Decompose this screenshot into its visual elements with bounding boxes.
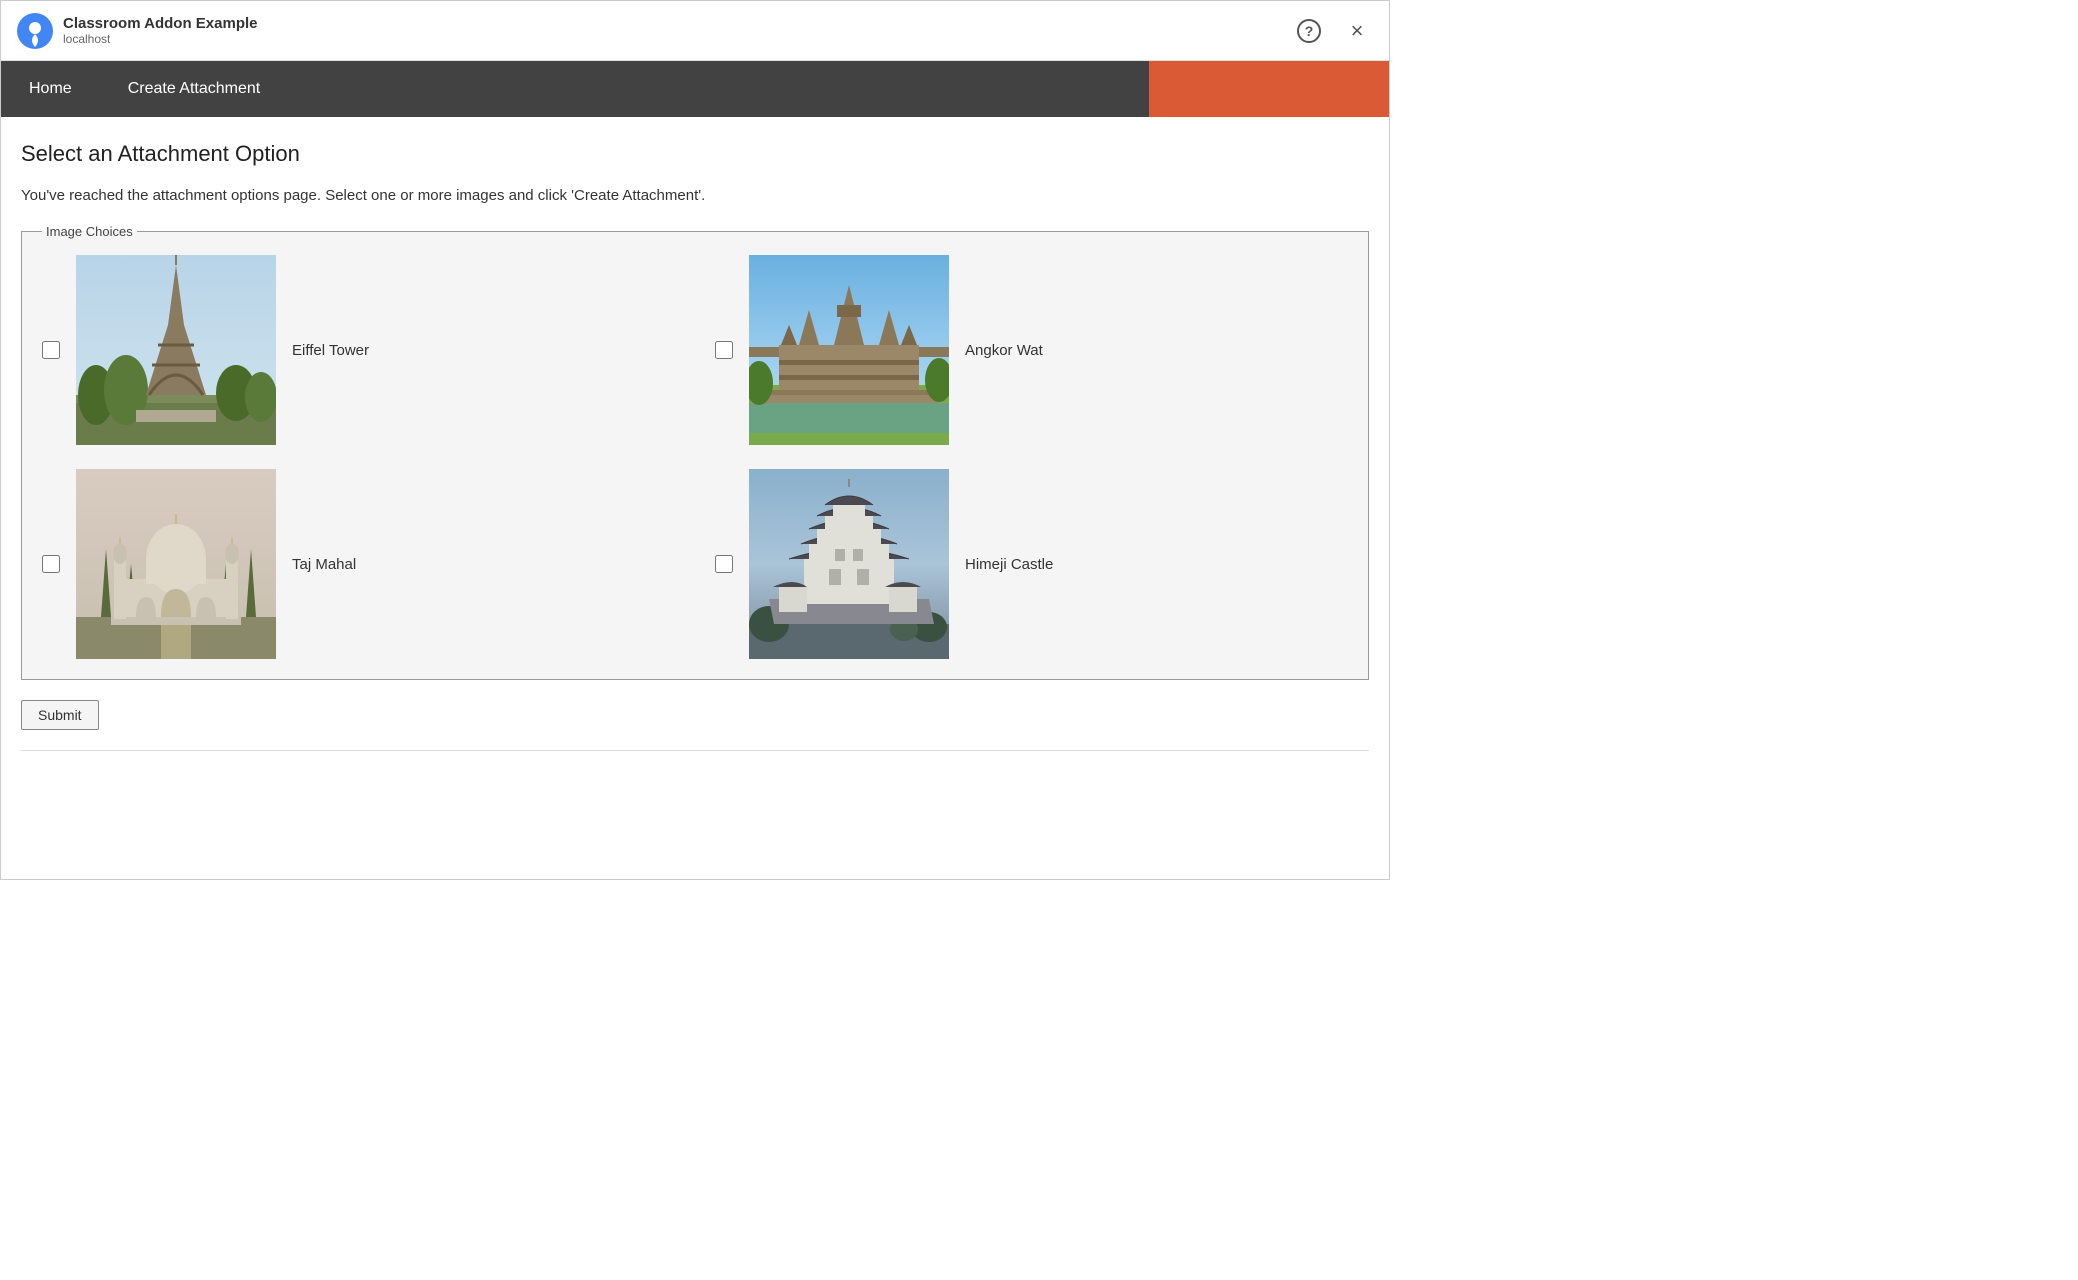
angkor-wat-image: [749, 255, 949, 445]
close-button[interactable]: ×: [1341, 15, 1373, 47]
image-option-angkor: Angkor Wat: [715, 255, 1348, 445]
bottom-divider: [21, 750, 1369, 751]
checkbox-angkor[interactable]: [715, 341, 733, 359]
nav-create-attachment[interactable]: Create Attachment: [100, 61, 289, 117]
page-description: You've reached the attachment options pa…: [21, 187, 1369, 204]
image-option-himeji: Himeji Castle: [715, 469, 1348, 659]
title-bar-right: ? ×: [1293, 15, 1373, 47]
main-content: Select an Attachment Option You've reach…: [1, 117, 1389, 775]
taj-mahal-image: [76, 469, 276, 659]
eiffel-tower-image: [76, 255, 276, 445]
help-icon: ?: [1297, 19, 1321, 43]
title-bar: Classroom Addon Example localhost ? ×: [1, 1, 1389, 61]
himeji-label: Himeji Castle: [965, 556, 1053, 573]
submit-section: Submit: [21, 700, 1369, 730]
nav-bar: Home Create Attachment: [1, 61, 1389, 117]
image-option-eiffel: Eiffel Tower: [42, 255, 675, 445]
app-title-group: Classroom Addon Example localhost: [63, 15, 258, 46]
checkbox-eiffel[interactable]: [42, 341, 60, 359]
help-button[interactable]: ?: [1293, 15, 1325, 47]
taj-label: Taj Mahal: [292, 556, 356, 573]
checkbox-taj[interactable]: [42, 555, 60, 573]
app-name: Classroom Addon Example: [63, 15, 258, 32]
angkor-label: Angkor Wat: [965, 342, 1043, 359]
image-choices-legend: Image Choices: [42, 224, 137, 239]
nav-home[interactable]: Home: [1, 61, 100, 117]
title-bar-left: Classroom Addon Example localhost: [17, 13, 258, 49]
submit-button[interactable]: Submit: [21, 700, 99, 730]
checkbox-himeji[interactable]: [715, 555, 733, 573]
image-choices-fieldset: Image Choices: [21, 224, 1369, 680]
himeji-castle-image: [749, 469, 949, 659]
page-title: Select an Attachment Option: [21, 141, 1369, 167]
image-grid: Eiffel Tower: [42, 255, 1348, 659]
eiffel-label: Eiffel Tower: [292, 342, 369, 359]
app-subtitle: localhost: [63, 32, 258, 46]
close-icon: ×: [1351, 18, 1364, 44]
image-option-taj: Taj Mahal: [42, 469, 675, 659]
nav-accent-block: [1149, 61, 1389, 117]
app-icon: [17, 13, 53, 49]
